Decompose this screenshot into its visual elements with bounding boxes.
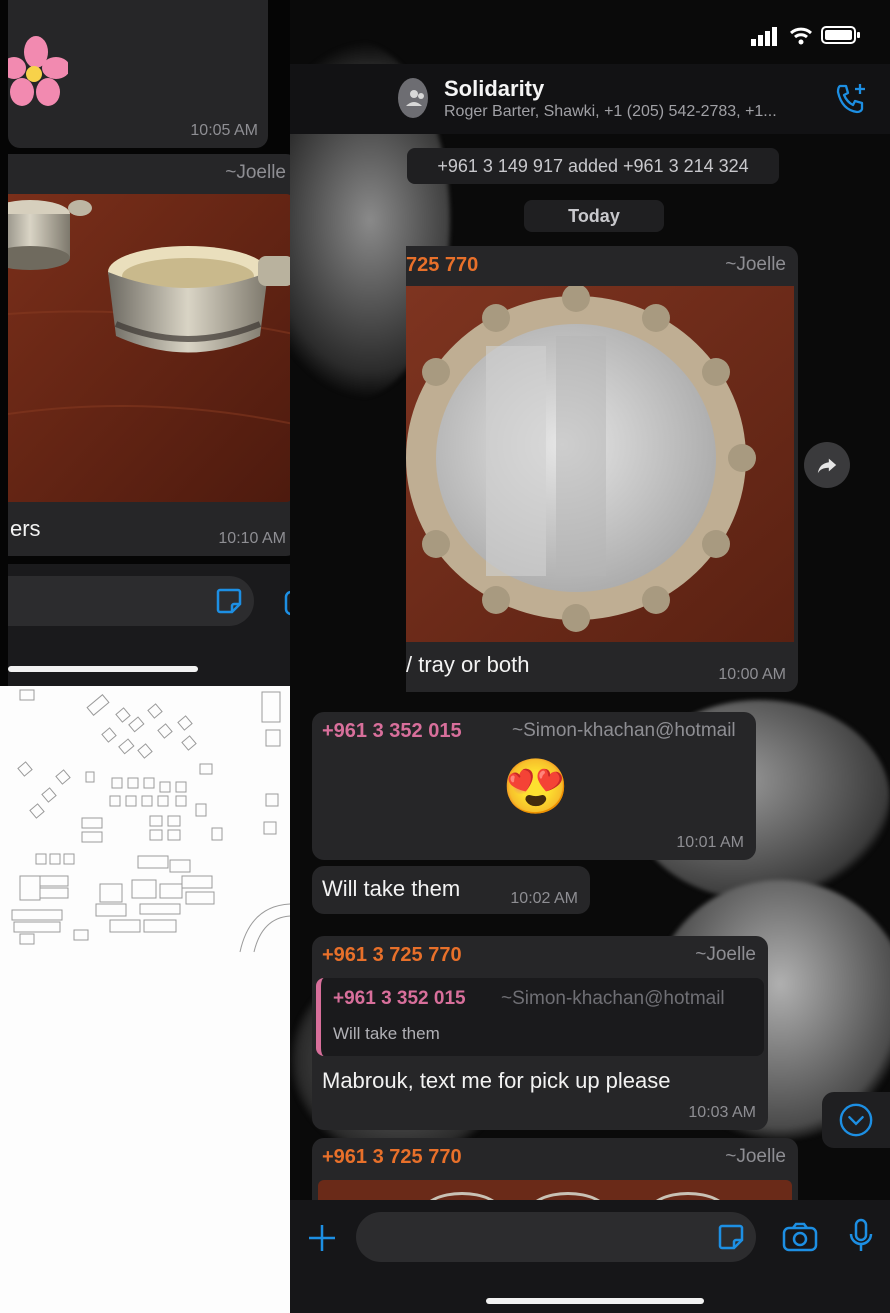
message-text: Will take them bbox=[322, 876, 461, 901]
wifi-icon bbox=[790, 27, 812, 45]
sender-phone[interactable]: 725 770 bbox=[406, 254, 478, 277]
message-text: Mabrouk, text me for pick up please bbox=[322, 1068, 671, 1093]
message-time: 10:00 AM bbox=[718, 666, 786, 683]
quoted-message[interactable]: +961 3 352 015 ~Simon-khachan@hotmail Wi… bbox=[316, 978, 764, 1056]
group-members[interactable]: Roger Barter, Shawki, +1 (205) 542-2783,… bbox=[444, 103, 777, 121]
quote-sender: +961 3 352 015 bbox=[333, 988, 466, 1009]
sticker-message[interactable]: 10:05 AM bbox=[8, 0, 268, 148]
emoji-message[interactable]: +961 3 352 015 ~Simon-khachan@hotmail 😍 … bbox=[312, 712, 756, 860]
message-time: 10:02 AM bbox=[510, 890, 578, 907]
reply-message[interactable]: +961 3 725 770 ~Joelle +961 3 352 015 ~S… bbox=[312, 936, 768, 1130]
silver-bowls-photo[interactable] bbox=[8, 194, 294, 502]
mirror-tray-photo[interactable] bbox=[406, 286, 794, 642]
sticker-icon[interactable] bbox=[716, 1222, 746, 1252]
sender-phone[interactable]: +961 3 725 770 bbox=[322, 1146, 462, 1169]
sender-phone[interactable]: +961 3 725 770 bbox=[322, 944, 462, 967]
status-bar bbox=[290, 0, 890, 70]
sender-phone[interactable]: +961 3 352 015 bbox=[322, 720, 462, 743]
message-time: 10:10 AM bbox=[218, 530, 286, 547]
message-time: 10:05 AM bbox=[190, 122, 258, 139]
plus-icon[interactable] bbox=[306, 1222, 338, 1254]
date-divider: Today bbox=[524, 200, 664, 232]
sender-alias: ~Simon-khachan@hotmail bbox=[512, 720, 736, 741]
signal-icon bbox=[751, 27, 777, 46]
chat-header[interactable]: Solidarity Roger Barter, Shawki, +1 (205… bbox=[290, 64, 890, 134]
image-message[interactable]: 725 770 ~Joelle / tray or both 10:00 AM bbox=[406, 246, 798, 692]
message-input[interactable] bbox=[8, 576, 254, 626]
forward-button[interactable] bbox=[804, 442, 850, 488]
forward-icon bbox=[817, 458, 837, 474]
image-caption: / tray or both bbox=[406, 652, 530, 677]
text-message[interactable]: Will take them 10:02 AM bbox=[312, 866, 590, 914]
camera-icon[interactable] bbox=[782, 1222, 818, 1252]
message-time: 10:03 AM bbox=[688, 1104, 756, 1121]
map-outlines bbox=[11, 689, 290, 953]
map-fragment bbox=[0, 686, 290, 1313]
composer-bar bbox=[290, 1200, 890, 1313]
image-message[interactable]: ~Joelle ers 10:10 AM bbox=[8, 154, 298, 556]
chevron-down-circle-icon bbox=[839, 1103, 873, 1137]
add-call-icon[interactable] bbox=[834, 82, 868, 116]
sticker-icon[interactable] bbox=[214, 586, 244, 616]
sender-alias: ~Joelle bbox=[725, 1146, 786, 1167]
main-chat-screen: Solidarity Roger Barter, Shawki, +1 (205… bbox=[290, 0, 890, 1313]
sender-alias: ~Joelle bbox=[695, 944, 756, 965]
message-time: 10:01 AM bbox=[676, 834, 744, 851]
mic-icon[interactable] bbox=[848, 1218, 874, 1254]
system-message: +961 3 149 917 added +961 3 214 324 bbox=[407, 148, 779, 184]
quote-text: Will take them bbox=[333, 1024, 440, 1043]
scroll-down-button[interactable] bbox=[822, 1092, 890, 1148]
image-caption: ers bbox=[10, 516, 41, 541]
sender-alias: ~Joelle bbox=[725, 254, 786, 275]
group-avatar-icon bbox=[406, 90, 424, 106]
flower-sticker-icon bbox=[8, 36, 68, 106]
battery-icon bbox=[821, 26, 860, 44]
quote-alias: ~Simon-khachan@hotmail bbox=[501, 988, 725, 1009]
message-input[interactable] bbox=[356, 1212, 756, 1262]
avatar[interactable] bbox=[398, 78, 428, 118]
home-indicator bbox=[8, 666, 198, 672]
group-title[interactable]: Solidarity bbox=[444, 76, 544, 102]
emoji-content: 😍 bbox=[502, 757, 570, 817]
home-indicator bbox=[486, 1298, 704, 1304]
sender-alias: ~Joelle bbox=[225, 162, 286, 183]
